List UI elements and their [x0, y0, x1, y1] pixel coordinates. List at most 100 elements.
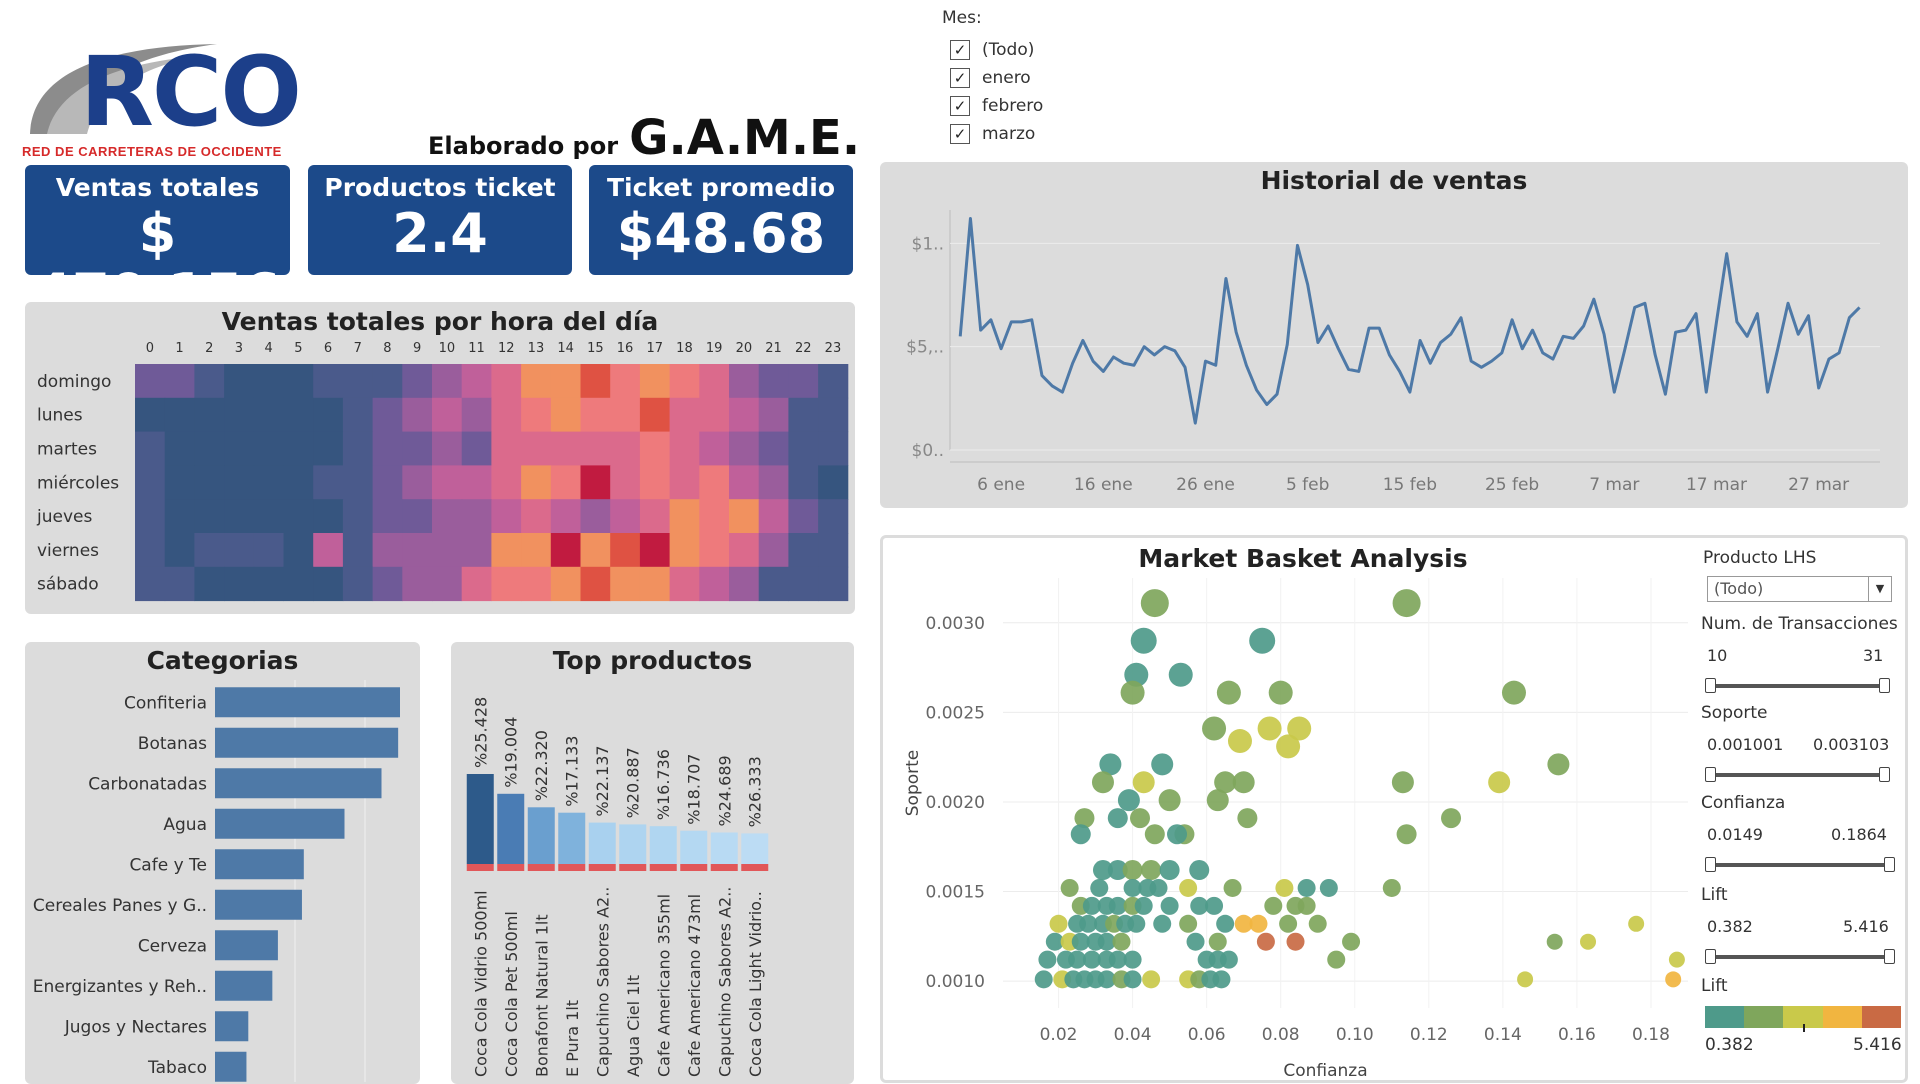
heatmap-cell [788, 499, 819, 534]
heatmap-cell [491, 397, 522, 433]
top-products-bar-base [588, 864, 616, 871]
top-products-chart: %25.428 Coca Cola Vidrio 500ml %19.004 Coca… [466, 697, 769, 1077]
heatmap-cell [580, 364, 611, 399]
heatmap-cell [729, 566, 760, 602]
heatmap-cell [639, 397, 671, 433]
chevron-down-icon[interactable]: ▼ [1868, 577, 1891, 601]
heatmap-cell [461, 397, 492, 433]
heatmap-hour-label: 2 [205, 341, 213, 356]
slider-handle-max[interactable] [1879, 678, 1890, 693]
slider-handle-min[interactable] [1705, 857, 1716, 872]
heatmap-cell [699, 566, 730, 602]
history-y-tick-label: $5,.. [906, 338, 944, 358]
mba-point [1391, 771, 1414, 794]
mba-point [1186, 932, 1205, 951]
mba-point [1249, 627, 1276, 654]
mba-x-tick-label: 0.10 [1336, 1025, 1374, 1045]
checkbox-checked-icon[interactable]: ✓ [950, 40, 970, 60]
filter-option-label: (Todo) [982, 40, 1035, 60]
heatmap-cell [224, 533, 255, 568]
mba-point [1091, 771, 1114, 794]
checkbox-checked-icon[interactable]: ✓ [950, 68, 970, 88]
heatmap-cell [610, 431, 641, 466]
slider-handle-min[interactable] [1705, 767, 1716, 782]
top-products-bar [741, 833, 769, 864]
product-lhs-value: (Todo) [1714, 579, 1764, 598]
heatmap-cell [580, 431, 611, 466]
kpi-label: Ticket promedio [606, 173, 836, 202]
categories-label: Botanas [138, 734, 207, 754]
mba-point [1249, 914, 1268, 933]
support-slider[interactable] [1709, 773, 1884, 777]
transactions-slider[interactable] [1709, 684, 1884, 688]
support-min: 0.001001 [1707, 735, 1784, 754]
heatmap-hour-label: 1 [175, 341, 183, 356]
mba-point [1257, 716, 1282, 741]
mba-point [1123, 950, 1142, 969]
mba-point [1216, 914, 1235, 933]
heatmap-day-label: lunes [37, 406, 83, 426]
history-series-line [958, 217, 1861, 425]
heatmap-day-label: domingo [37, 372, 111, 392]
mba-point [1179, 914, 1198, 933]
mba-point [1396, 824, 1417, 845]
heatmap-panel: Ventas totales por hora del día 01234567… [25, 302, 855, 614]
heatmap-cell [639, 499, 671, 534]
mba-point [1151, 753, 1174, 776]
mba-x-tick-label: 0.18 [1632, 1025, 1670, 1045]
top-products-bar [527, 807, 555, 864]
filter-option-marzo[interactable]: ✓ marzo [950, 122, 1035, 146]
mba-x-axis-label: Confianza [1283, 1061, 1367, 1078]
heatmap-cell [194, 397, 225, 433]
heatmap-cell [283, 431, 314, 466]
top-products-value-label: %17.133 [563, 736, 582, 807]
top-products-category-label: Capuchino Sabores A2.. [715, 887, 734, 1077]
heatmap-cell [313, 465, 344, 500]
heatmap-cell [313, 397, 344, 433]
heatmap-cell [580, 465, 611, 500]
heatmap-cell [194, 431, 225, 466]
history-x-tick-label: 17 mar [1686, 475, 1747, 495]
product-lhs-select[interactable]: (Todo) ▼ [1707, 576, 1892, 602]
heatmap-cell [372, 364, 403, 399]
heatmap-day-label: martes [37, 440, 97, 460]
slider-handle-min[interactable] [1705, 949, 1716, 964]
checkbox-checked-icon[interactable]: ✓ [950, 124, 970, 144]
heatmap-cell [788, 364, 819, 399]
heatmap-cell [521, 533, 552, 568]
filter-option-todo[interactable]: ✓ (Todo) [950, 38, 1034, 62]
heatmap-cell [818, 566, 849, 602]
history-x-tick-label: 7 mar [1589, 475, 1639, 495]
heatmap-cell [135, 397, 166, 433]
kpi-value: $48.68 [616, 202, 826, 265]
filter-option-enero[interactable]: ✓ enero [950, 66, 1031, 90]
mba-point [1546, 933, 1563, 950]
heatmap-cell [224, 431, 255, 466]
filter-option-febrero[interactable]: ✓ febrero [950, 94, 1043, 118]
heatmap-cell [164, 364, 195, 399]
heatmap-cell [253, 397, 284, 433]
heatmap-cell [402, 566, 433, 602]
slider-handle-max[interactable] [1884, 857, 1895, 872]
heatmap-cell [521, 431, 552, 466]
slider-handle-max[interactable] [1884, 949, 1895, 964]
heatmap-cell [253, 364, 284, 399]
slider-handle-min[interactable] [1705, 678, 1716, 693]
mba-y-tick-label: 0.0015 [926, 883, 985, 903]
heatmap-cell [550, 566, 581, 602]
top-products-category-label: Coca Cola Vidrio 500ml [471, 890, 490, 1077]
categories-label: Cerveza [138, 936, 207, 956]
slider-handle-max[interactable] [1879, 767, 1890, 782]
product-lhs-label: Producto LHS [1703, 548, 1817, 568]
mba-point [1134, 896, 1153, 915]
credit: Elaborado por G.A.M.E. [428, 110, 860, 166]
heatmap-cell [818, 465, 849, 500]
checkbox-checked-icon[interactable]: ✓ [950, 96, 970, 116]
lift-slider[interactable] [1709, 955, 1889, 959]
mba-point [1112, 932, 1131, 951]
confidence-slider[interactable] [1709, 863, 1889, 867]
heatmap-cell [639, 431, 671, 466]
history-x-tick-label: 25 feb [1485, 475, 1539, 495]
categories-label: Tabaco [147, 1058, 207, 1078]
heatmap-cell [432, 533, 463, 568]
